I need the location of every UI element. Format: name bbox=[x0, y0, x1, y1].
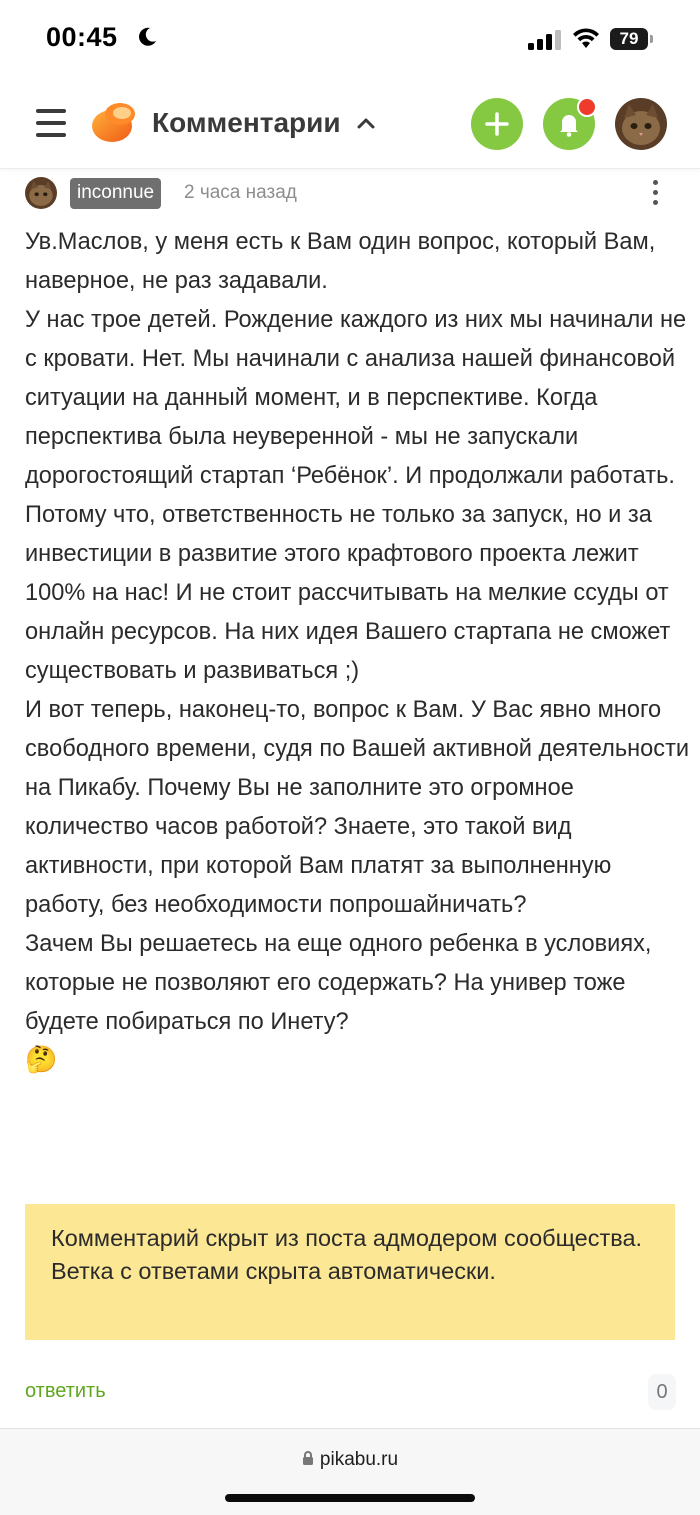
hidden-comment-notice: Комментарий скрыт из поста адмодером соо… bbox=[25, 1204, 675, 1340]
plus-icon bbox=[485, 112, 509, 136]
status-bar: 00:45 79 bbox=[0, 0, 700, 80]
comment-paragraph: У нас трое детей. Рождение каждого из ни… bbox=[25, 307, 687, 489]
battery-level: 79 bbox=[619, 29, 639, 48]
notifications-button[interactable] bbox=[543, 97, 597, 150]
add-post-button[interactable] bbox=[471, 98, 523, 150]
comment-paragraph: И вот теперь, наконец-то, вопрос к Вам. … bbox=[25, 697, 690, 918]
user-avatar[interactable] bbox=[615, 98, 667, 150]
moon-icon bbox=[139, 27, 156, 46]
thinking-face-emoji: 🤔 bbox=[25, 1044, 58, 1074]
notification-dot bbox=[577, 97, 597, 117]
wifi-icon bbox=[573, 28, 599, 48]
comment-author-name[interactable]: inconnue bbox=[70, 178, 162, 209]
pikabu-logo[interactable] bbox=[90, 100, 138, 144]
more-options-icon[interactable] bbox=[651, 180, 661, 208]
reply-button[interactable]: ответить bbox=[25, 1380, 106, 1403]
hidden-notice-text: Комментарий скрыт из поста адмодером соо… bbox=[51, 1225, 643, 1284]
lock-icon bbox=[302, 1451, 313, 1465]
browser-address-bar: pikabu.ru bbox=[0, 1428, 700, 1515]
comment-paragraph: Потому что, ответственность не только за… bbox=[25, 502, 671, 684]
battery-icon: 79 bbox=[610, 28, 654, 50]
status-time: 00:45 bbox=[46, 22, 118, 52]
address-bar[interactable]: pikabu.ru bbox=[0, 1449, 700, 1471]
comment-author-avatar[interactable] bbox=[25, 177, 57, 209]
hamburger-menu-icon[interactable] bbox=[36, 109, 66, 137]
comment-timestamp: 2 часа назад bbox=[184, 182, 297, 203]
comment-body: Ув.Маслов, у меня есть к Вам один вопрос… bbox=[25, 223, 690, 1076]
page-title[interactable]: Комментарии bbox=[152, 107, 341, 139]
cellular-signal-icon bbox=[528, 30, 561, 50]
home-indicator[interactable] bbox=[225, 1494, 475, 1502]
reply-count[interactable]: 0 bbox=[648, 1374, 676, 1410]
comment-paragraph: Зачем Вы решаетесь на еще одного ребенка… bbox=[25, 931, 652, 1035]
comment-paragraph: Ув.Маслов, у меня есть к Вам один вопрос… bbox=[25, 229, 656, 294]
chevron-up-icon[interactable] bbox=[357, 117, 375, 129]
top-navigation: Комментарии bbox=[0, 80, 700, 169]
url-text: pikabu.ru bbox=[319, 1449, 399, 1470]
